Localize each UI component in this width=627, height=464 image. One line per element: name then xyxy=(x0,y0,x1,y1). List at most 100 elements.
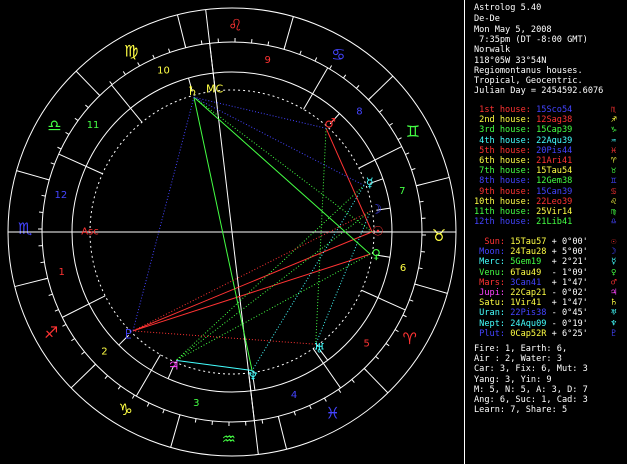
mc-label: MC xyxy=(206,83,223,96)
sign-icon: ♌ xyxy=(611,196,617,207)
planet-latitude: - 1°09' xyxy=(551,267,588,278)
sign-icon: ♑ xyxy=(611,125,617,136)
planet-label: Plut: xyxy=(474,328,506,339)
planet-label: Mars: xyxy=(474,277,506,288)
planet-row: Satu: 1Vir41 + 1°47' xyxy=(474,298,588,308)
house-label: 8th house: xyxy=(474,176,531,187)
planet-value: 5Gem19 xyxy=(505,257,552,268)
planet-row: Jupi: 22Cap21 - 0°02' xyxy=(474,288,588,298)
house-label: 5th house: xyxy=(474,145,531,156)
house-value: 21Ari41 xyxy=(530,156,573,166)
planet-icon: ♆ xyxy=(611,318,617,329)
house-number: 10 xyxy=(157,65,170,76)
planet-label: Merc: xyxy=(474,257,506,268)
zodiac-sign-icon: ♈ xyxy=(402,329,416,348)
info-panel: Astrolog 5.40 De-De Mon May 5, 2008 7:35… xyxy=(464,0,627,464)
house-row: 7th house: 15Tau54 xyxy=(474,166,572,176)
house-number: 9 xyxy=(264,55,270,66)
house-row: 10th house: 22Leo39 xyxy=(474,197,572,207)
sign-icon: ♎ xyxy=(611,217,617,228)
house-row: 2nd house: 12Sag38 xyxy=(474,115,572,125)
house-row: 9th house: 15Can39 xyxy=(474,187,572,197)
planet-icon: ☽ xyxy=(611,247,617,258)
planet-value: 15Tau57 xyxy=(505,237,552,247)
house-label: 6th house: xyxy=(474,156,531,166)
planet-glyph-icon: ☽ xyxy=(371,203,383,218)
house-row: 4th house: 22Aqu39 xyxy=(474,136,572,146)
planet-icon: ♄ xyxy=(611,298,617,309)
stats-line: Ang: 6, Suc: 1, Cad: 3 xyxy=(474,395,588,405)
stats-line: Yang: 3, Yin: 9 xyxy=(474,374,552,385)
zodiac-sign-icon: ♊ xyxy=(406,122,420,141)
zodiac-sign-icon: ♎ xyxy=(47,116,61,135)
zodiac-sign-icon: ♒ xyxy=(222,429,236,448)
planet-glyph-icon: ☿ xyxy=(366,176,374,191)
stats-line: Car: 3, Fix: 6, Mut: 3 xyxy=(474,364,588,375)
planet-row: Moon: 24Tau28 + 5°00' xyxy=(474,247,588,257)
house-value: 22Leo39 xyxy=(530,196,573,207)
chart-wheel: ♈♉♊♋♌♍♎♏♐♑♒♓123456789101112☉☽☿♀♂♃♄♅♆♇Asc… xyxy=(0,0,464,464)
house-value: 21Lib41 xyxy=(530,217,573,228)
house-value: 15Cap39 xyxy=(530,125,573,136)
house-label: 3rd house: xyxy=(474,125,531,136)
planet-label: Jupi: xyxy=(474,288,506,298)
planet-row: Venu: 6Tau49 - 1°09' xyxy=(474,268,588,278)
planet-value: 24Tau28 xyxy=(505,247,552,258)
planet-latitude: - 0°02' xyxy=(551,288,588,298)
stats-line: Fire: 1, Earth: 6, xyxy=(474,344,568,354)
house-number: 1 xyxy=(59,267,65,278)
sign-icon: ♋ xyxy=(611,186,617,197)
planet-latitude: + 6°25' xyxy=(551,328,588,339)
zodiac-sign-icon: ♌ xyxy=(228,16,242,35)
house-row: 3rd house: 15Cap39 xyxy=(474,125,572,135)
planet-label: Moon: xyxy=(474,247,506,258)
house-number: 2 xyxy=(101,346,107,357)
house-value: 25Vir14 xyxy=(530,207,573,217)
zodiac-sign-icon: ♓ xyxy=(325,403,339,422)
house-number: 12 xyxy=(55,190,68,201)
planet-latitude: + 1°47' xyxy=(551,277,588,288)
house-number: 5 xyxy=(363,338,369,349)
house-label: 1st house: xyxy=(474,105,531,115)
house-row: 12th house: 21Lib41 xyxy=(474,217,572,227)
zodiac-sign-icon: ♍ xyxy=(124,42,138,61)
stats-line: Air : 2, Water: 3 xyxy=(474,354,562,365)
planet-glyph-icon: ♀ xyxy=(371,248,381,263)
planet-glyph-icon: ♃ xyxy=(168,358,180,373)
sign-icon: ♐ xyxy=(611,115,617,126)
planet-value: 6Tau49 xyxy=(505,267,552,278)
zodiac-sign-icon: ♐ xyxy=(44,323,58,342)
planet-glyph-icon: ♇ xyxy=(123,328,135,343)
planet-label: Uran: xyxy=(474,308,506,319)
house-label: 9th house: xyxy=(474,186,531,197)
planet-icon: ♃ xyxy=(611,288,617,298)
planet-label: Sun: xyxy=(474,237,506,247)
house-number: 7 xyxy=(399,186,405,197)
sign-icon: ♉ xyxy=(611,166,617,177)
planet-icon: ☿ xyxy=(611,257,617,268)
house-label: 10th house: xyxy=(474,196,531,207)
planet-row: Sun: 15Tau57 + 0°00' xyxy=(474,237,588,247)
house-label: 2nd house: xyxy=(474,115,531,126)
planet-glyph-icon: ☉ xyxy=(372,224,384,239)
sign-icon: ♈ xyxy=(611,156,617,166)
house-value: 15Can39 xyxy=(530,186,573,197)
house-row: 6th house: 21Ari41 xyxy=(474,156,572,166)
house-row: 5th house: 20Pis44 xyxy=(474,146,572,156)
planet-glyph-icon: ♂ xyxy=(324,116,336,131)
house-value: 15Sco54 xyxy=(530,105,573,115)
planet-latitude: + 5°00' xyxy=(551,247,588,258)
planet-value: 1Vir41 xyxy=(505,298,552,309)
planet-value: 22Cap21 xyxy=(505,288,552,298)
house-number: 3 xyxy=(193,398,199,409)
sign-icon: ♓ xyxy=(611,145,617,156)
chart-coords: 118°05W 33°54N xyxy=(474,56,547,66)
planet-latitude: + 2°21' xyxy=(551,257,588,268)
planet-row: Uran: 22Pis38 - 0°45' xyxy=(474,308,588,318)
asc-label: Asc xyxy=(81,227,99,238)
house-label: 4th house: xyxy=(474,135,531,146)
house-number: 4 xyxy=(291,390,297,401)
planet-value: 22Pis38 xyxy=(505,308,552,319)
planet-icon: ♅ xyxy=(611,308,617,319)
planet-latitude: - 0°45' xyxy=(551,308,588,319)
